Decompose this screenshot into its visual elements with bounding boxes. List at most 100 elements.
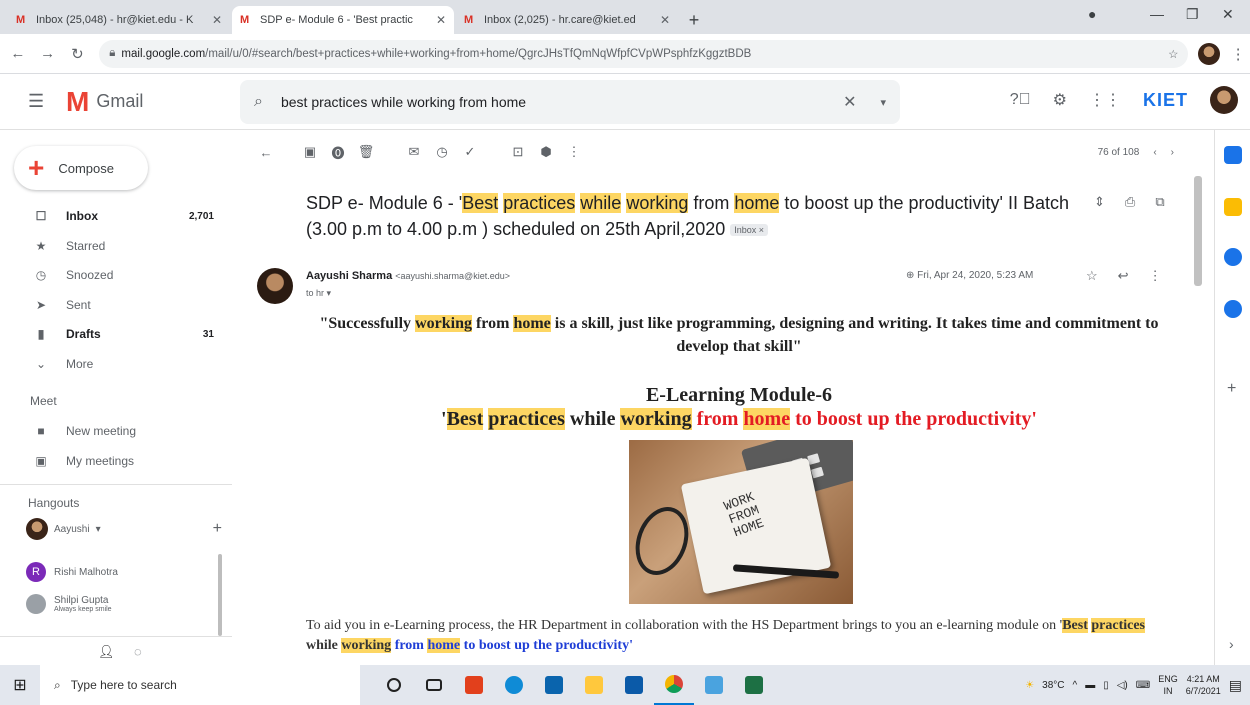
chevron-down-icon[interactable]: ▾ (96, 524, 101, 535)
tasks-app-icon[interactable] (1224, 248, 1242, 266)
print-icon[interactable]: ⎙ (1125, 194, 1135, 210)
open-new-window-icon[interactable]: ⧉ (1155, 194, 1164, 210)
photos-app-icon[interactable] (694, 665, 734, 705)
new-tab-button[interactable]: + (680, 6, 708, 34)
label-icon[interactable]: ⬢ (532, 144, 560, 160)
office-app-icon[interactable] (454, 665, 494, 705)
contacts-app-icon[interactable] (1224, 300, 1242, 318)
sender-avatar[interactable] (257, 268, 293, 304)
weather-temp[interactable]: 38°C (1042, 680, 1064, 691)
store-app-icon[interactable] (534, 665, 574, 705)
edge-app-icon[interactable] (494, 665, 534, 705)
expand-panel-icon[interactable]: › (1229, 636, 1234, 652)
windows-start-icon[interactable]: ⊞ (0, 675, 40, 695)
keep-app-icon[interactable] (1224, 198, 1242, 216)
close-tab-icon[interactable]: ✕ (660, 13, 670, 27)
browser-tab-active[interactable]: M SDP e- Module 6 - 'Best practic ✕ (232, 6, 454, 34)
sidebar-item-snoozed[interactable]: ◷ Snoozed (0, 261, 232, 289)
profile-avatar[interactable] (1198, 42, 1221, 65)
report-spam-icon[interactable]: ⓿ (324, 143, 352, 162)
snooze-icon[interactable]: ◷ (428, 144, 456, 160)
search-highlight: home (427, 638, 461, 653)
sidebar-item-drafts[interactable]: ▮ Drafts 31 (0, 320, 232, 348)
sender-name[interactable]: Aayushi Sharma (306, 270, 392, 282)
contacts-person-icon[interactable]: 👤︎ (98, 644, 115, 660)
message-scrollbar[interactable] (1194, 176, 1202, 286)
browser-tab[interactable]: M Inbox (25,048) - hr@kiet.edu - K ✕ (8, 6, 230, 34)
add-contact-icon[interactable]: + (213, 520, 222, 538)
keyboard-icon[interactable]: ⌨ (1136, 680, 1150, 691)
meet-item-my-meetings[interactable]: ▣ My meetings (0, 447, 232, 475)
network-icon[interactable]: ▬ (1085, 680, 1095, 691)
inbox-label-chip[interactable]: Inbox × (730, 224, 769, 237)
reload-icon[interactable]: ↻ (66, 45, 90, 63)
url-field[interactable]: 🔒︎ mail.google.com/mail/u/0/#search/best… (99, 39, 1189, 68)
task-view-icon[interactable] (414, 665, 454, 705)
search-options-icon[interactable]: ▾ (880, 96, 886, 109)
contact-rishi[interactable]: R Rishi Malhotra (26, 562, 118, 582)
back-arrow-icon[interactable]: ← (6, 45, 30, 62)
star-icon[interactable]: ☆ (1086, 268, 1098, 284)
maximize-icon[interactable]: ❐ (1186, 6, 1199, 23)
back-to-list-icon[interactable]: ← (252, 145, 280, 160)
sidebar-item-inbox[interactable]: ☐ Inbox 2,701 (0, 202, 232, 230)
cortana-icon[interactable] (374, 665, 414, 705)
browser-tab[interactable]: M Inbox (2,025) - hr.care@kiet.ed ✕ (456, 6, 678, 34)
volume-icon[interactable]: ◁) (1117, 680, 1128, 691)
sidebar-item-sent[interactable]: ➤ Sent (0, 291, 232, 319)
more-icon[interactable]: ⋮ (1149, 268, 1162, 284)
settings-gear-icon[interactable]: ⚙ (1053, 90, 1067, 110)
battery-icon[interactable]: ▯ (1103, 680, 1109, 691)
expand-all-icon[interactable]: ⇕ (1094, 194, 1105, 210)
clock[interactable]: 4:21 AM 6/7/2021 (1186, 673, 1221, 697)
contact-shilpi[interactable]: Shilpi Gupta Always keep smile (26, 594, 112, 614)
compose-button[interactable]: + Compose (14, 146, 148, 190)
outlook-app-icon[interactable] (614, 665, 654, 705)
gmail-logo[interactable]: M Gmail (66, 86, 143, 118)
add-task-icon[interactable]: ✓ (456, 144, 484, 160)
calendar-app-icon[interactable] (1224, 146, 1242, 164)
older-chevron-icon[interactable]: › (1171, 147, 1174, 158)
close-tab-icon[interactable]: ✕ (436, 13, 446, 27)
close-window-icon[interactable]: ✕ (1222, 6, 1234, 23)
newer-chevron-icon[interactable]: ‹ (1153, 147, 1156, 158)
sidebar-item-more[interactable]: ⌄ More (0, 350, 232, 378)
weather-icon[interactable]: ☀ (1025, 680, 1034, 691)
notifications-icon[interactable]: ▤ (1229, 677, 1242, 694)
mark-unread-icon[interactable]: ✉ (400, 144, 428, 160)
browser-menu-icon[interactable]: ⋮ (1226, 45, 1250, 63)
show-hidden-icons-icon[interactable]: ^ (1073, 680, 1078, 691)
archive-icon[interactable]: ▣ (296, 144, 324, 160)
taskbar-search[interactable]: ⌕ Type here to search (40, 665, 360, 705)
delete-icon[interactable]: 🗑︎ (352, 144, 380, 160)
file-explorer-icon[interactable] (574, 665, 614, 705)
bookmark-star-icon[interactable]: ☆ (1168, 47, 1178, 61)
sidebar-item-starred[interactable]: ★ Starred (0, 232, 232, 260)
org-logo[interactable]: KIET (1143, 90, 1188, 111)
move-to-icon[interactable]: ⊡ (504, 144, 532, 160)
sender-line: Aayushi Sharma <aayushi.sharma@kiet.edu> (306, 270, 510, 282)
mail-search-bar[interactable]: ⌕ best practices while working from home… (240, 80, 900, 124)
chrome-app-icon[interactable] (654, 665, 694, 705)
more-actions-icon[interactable]: ⋮ (560, 144, 588, 160)
search-icon[interactable]: ⌕ (254, 93, 263, 111)
forward-arrow-icon[interactable]: → (36, 45, 60, 62)
language-indicator[interactable]: ENG IN (1158, 673, 1178, 697)
add-addon-icon[interactable]: + (1227, 380, 1236, 398)
hangouts-scrollbar[interactable] (218, 554, 222, 636)
minimize-icon[interactable]: — (1150, 6, 1164, 22)
reply-icon[interactable]: ↩ (1118, 268, 1129, 284)
search-input[interactable]: best practices while working from home (281, 94, 843, 110)
hangouts-quote-icon[interactable]: ◌ (134, 644, 142, 659)
clear-search-icon[interactable]: ✕ (843, 92, 856, 112)
apps-grid-icon[interactable]: ⋮⋮ (1089, 90, 1121, 110)
account-avatar[interactable] (1210, 86, 1238, 114)
profile-dot-icon[interactable]: ● (1088, 6, 1096, 22)
close-tab-icon[interactable]: ✕ (212, 13, 222, 27)
meet-item-new-meeting[interactable]: ■ New meeting (0, 417, 232, 445)
help-icon[interactable]: ?⃝ (1010, 91, 1031, 109)
hangouts-user[interactable]: Aayushi ▾ + (26, 518, 222, 540)
recipient-line[interactable]: to hr ▾ (306, 288, 331, 299)
excel-app-icon[interactable] (734, 665, 774, 705)
main-menu-icon[interactable]: ☰ (28, 91, 50, 112)
